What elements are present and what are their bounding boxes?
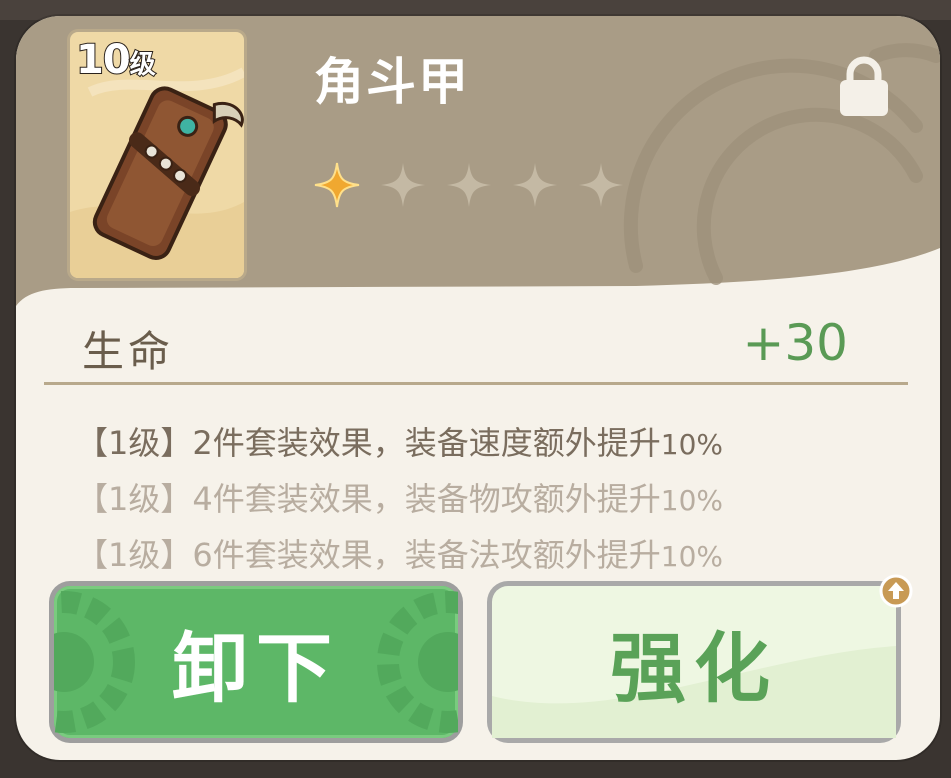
lock-icon[interactable] [832, 54, 896, 118]
set-effect-6pc: 【1级】6件套装效果，装备法攻额外提升10% [76, 536, 723, 574]
star-empty-icon [447, 163, 491, 207]
stat-label: 生命 [82, 327, 175, 376]
item-name: 角斗甲 [314, 53, 470, 111]
equipment-detail-card: 10级 角斗甲 生命 +30 【1级】2件套装效果，装备速度额外提升10% 【1… [16, 16, 940, 760]
upgrade-arrow-icon [879, 574, 913, 608]
unequip-label: 卸下 [172, 624, 340, 713]
star-empty-icon [513, 163, 557, 207]
star-rating [313, 161, 625, 209]
divider [44, 382, 908, 385]
star-empty-icon [381, 163, 425, 207]
star-empty-icon [579, 163, 623, 207]
item-level: 10级 [75, 37, 157, 83]
star-filled-icon [314, 162, 360, 208]
gear-decoration-icon [54, 591, 135, 733]
stat-value: +30 [742, 314, 848, 372]
set-effect-4pc: 【1级】4件套装效果，装备物攻额外提升10% [76, 480, 723, 518]
gear-decoration-icon [377, 591, 458, 733]
enhance-label: 强化 [610, 624, 778, 713]
set-effect-2pc: 【1级】2件套装效果，装备速度额外提升10% [76, 424, 723, 462]
enhance-button[interactable]: 强化 [492, 586, 896, 738]
unequip-button[interactable]: 卸下 [54, 586, 458, 738]
